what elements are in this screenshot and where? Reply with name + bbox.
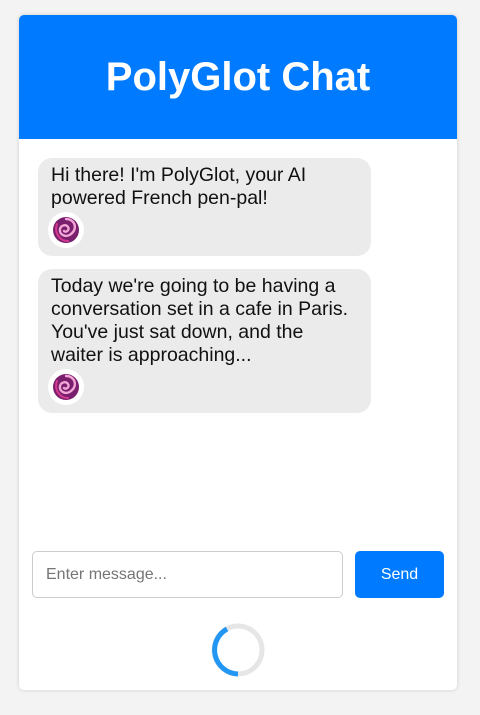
app-title: PolyGlot Chat xyxy=(105,54,371,99)
chat-message: Today we're going to be having a convers… xyxy=(38,269,371,413)
message-composer: Send xyxy=(32,551,444,598)
message-text: Hi there! I'm PolyGlot, your AI powered … xyxy=(51,164,307,209)
loading-spinner-icon xyxy=(211,623,265,677)
app-header: PolyGlot Chat xyxy=(19,15,457,139)
chat-app: PolyGlot Chat Hi there! I'm PolyGlot, yo… xyxy=(19,15,457,690)
message-list: Hi there! I'm PolyGlot, your AI powered … xyxy=(38,158,371,426)
send-button[interactable]: Send xyxy=(355,551,444,598)
message-text: Today we're going to be having a convers… xyxy=(51,275,348,366)
polyglot-avatar-icon xyxy=(48,369,84,405)
chat-message: Hi there! I'm PolyGlot, your AI powered … xyxy=(38,158,371,256)
message-input[interactable] xyxy=(32,551,343,598)
polyglot-avatar-icon xyxy=(48,212,84,248)
